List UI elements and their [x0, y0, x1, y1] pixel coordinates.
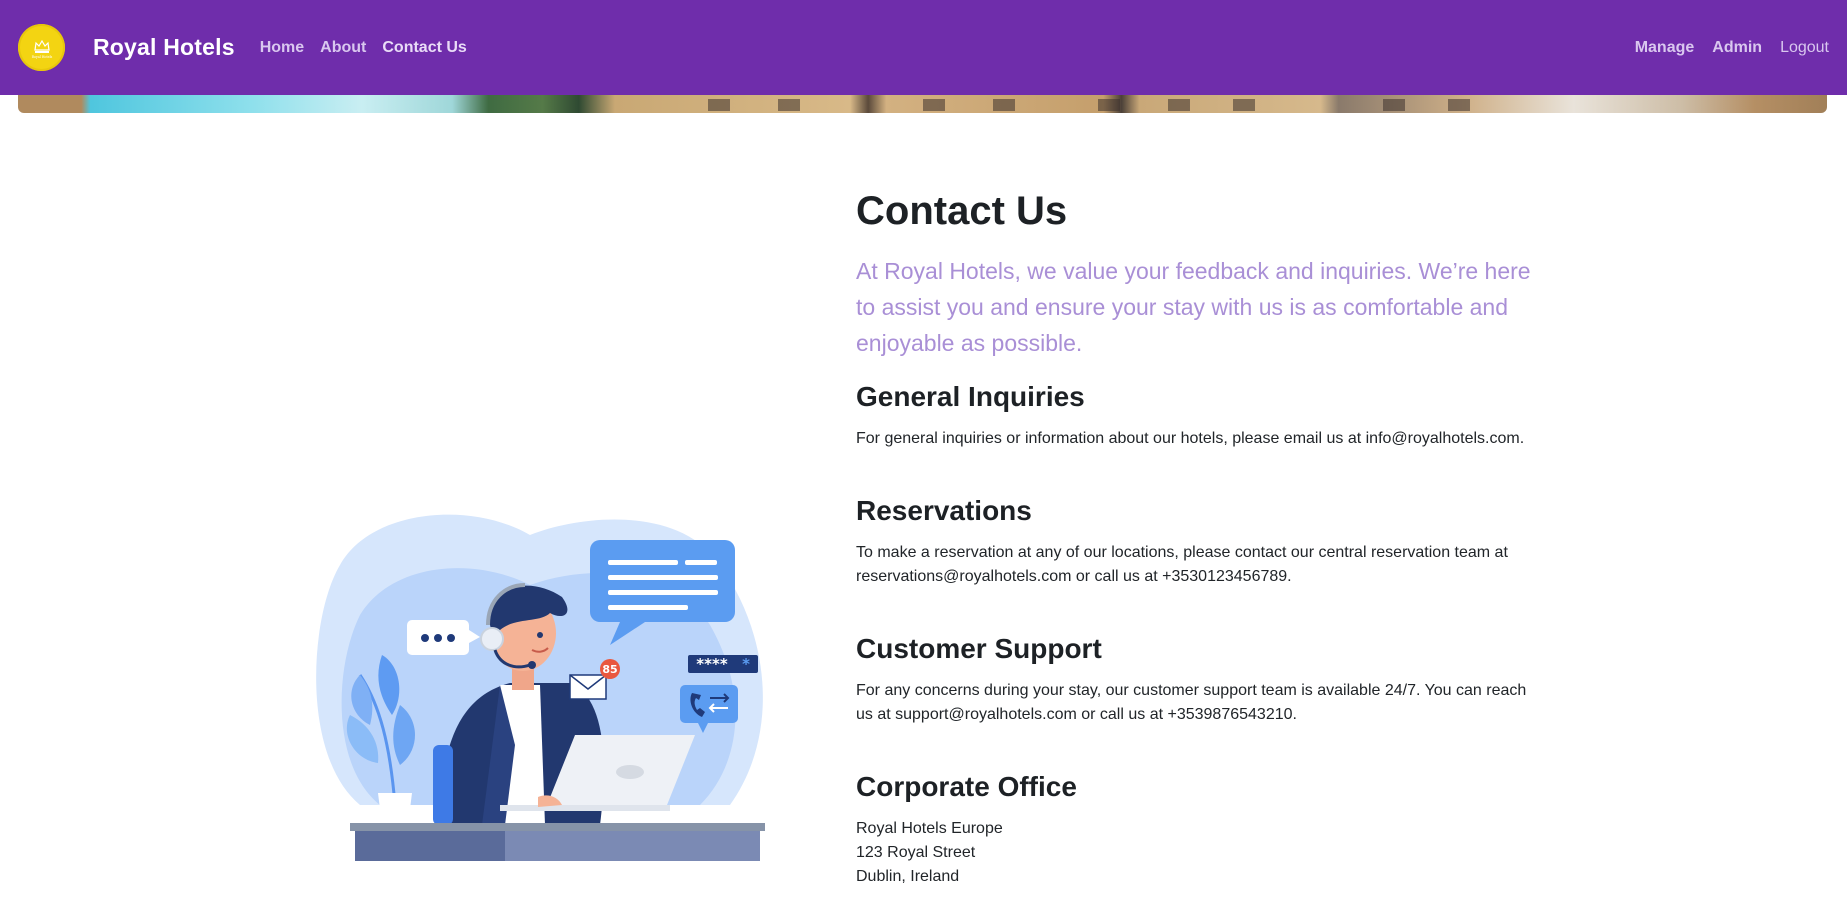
- account-nav: Manage Admin Logout: [1635, 39, 1829, 57]
- brand-logo[interactable]: Royal Hotels: [18, 24, 65, 71]
- section-heading: Customer Support: [856, 633, 1102, 664]
- address-line: Royal Hotels Europe: [856, 820, 1003, 837]
- office-address: Royal Hotels Europe 123 Royal Street Dub…: [856, 817, 1556, 889]
- customer-support-section: Customer Support For any concerns during…: [856, 631, 1556, 727]
- svg-text:Royal Hotels: Royal Hotels: [31, 55, 52, 59]
- svg-text:****: ****: [696, 655, 728, 673]
- nav-contact-link[interactable]: Contact Us: [382, 39, 466, 57]
- nav-manage-link[interactable]: Manage: [1635, 39, 1695, 57]
- address-line: 123 Royal Street: [856, 844, 976, 861]
- svg-text:85: 85: [602, 663, 617, 676]
- section-heading: Corporate Office: [856, 771, 1077, 802]
- nav-admin-link[interactable]: Admin: [1712, 39, 1762, 57]
- customer-support-illustration: 85 **** *: [300, 505, 780, 865]
- corporate-office-section: Corporate Office Royal Hotels Europe 123…: [856, 769, 1556, 889]
- section-heading: Reservations: [856, 495, 1032, 526]
- section-body: For general inquiries or information abo…: [856, 430, 1525, 447]
- nav-logout-link[interactable]: Logout: [1780, 39, 1829, 57]
- password-field-icon: **** *: [688, 655, 758, 673]
- top-navbar: Royal Hotels Royal Hotels Home About Con…: [0, 0, 1847, 95]
- brand-name[interactable]: Royal Hotels: [93, 34, 235, 61]
- crown-icon: Royal Hotels: [31, 39, 52, 59]
- section-body: For any concerns during your stay, our c…: [856, 682, 1527, 723]
- general-inquiries-section: General Inquiries For general inquiries …: [856, 379, 1556, 451]
- reservations-section: Reservations To make a reservation at an…: [856, 493, 1556, 589]
- svg-text:*: *: [742, 655, 750, 673]
- address-line: Dublin, Ireland: [856, 868, 960, 885]
- section-body: To make a reservation at any of our loca…: [856, 544, 1508, 585]
- lead-paragraph: At Royal Hotels, we value your feedback …: [856, 258, 1531, 356]
- nav-home-link[interactable]: Home: [260, 39, 304, 57]
- section-heading: General Inquiries: [856, 381, 1085, 412]
- nav-about-link[interactable]: About: [320, 39, 366, 57]
- desk-icon: [350, 823, 765, 861]
- primary-nav: Home About Contact Us: [260, 39, 467, 57]
- contact-content: Contact Us At Royal Hotels, we value you…: [856, 185, 1556, 889]
- page-title: Contact Us: [856, 189, 1068, 233]
